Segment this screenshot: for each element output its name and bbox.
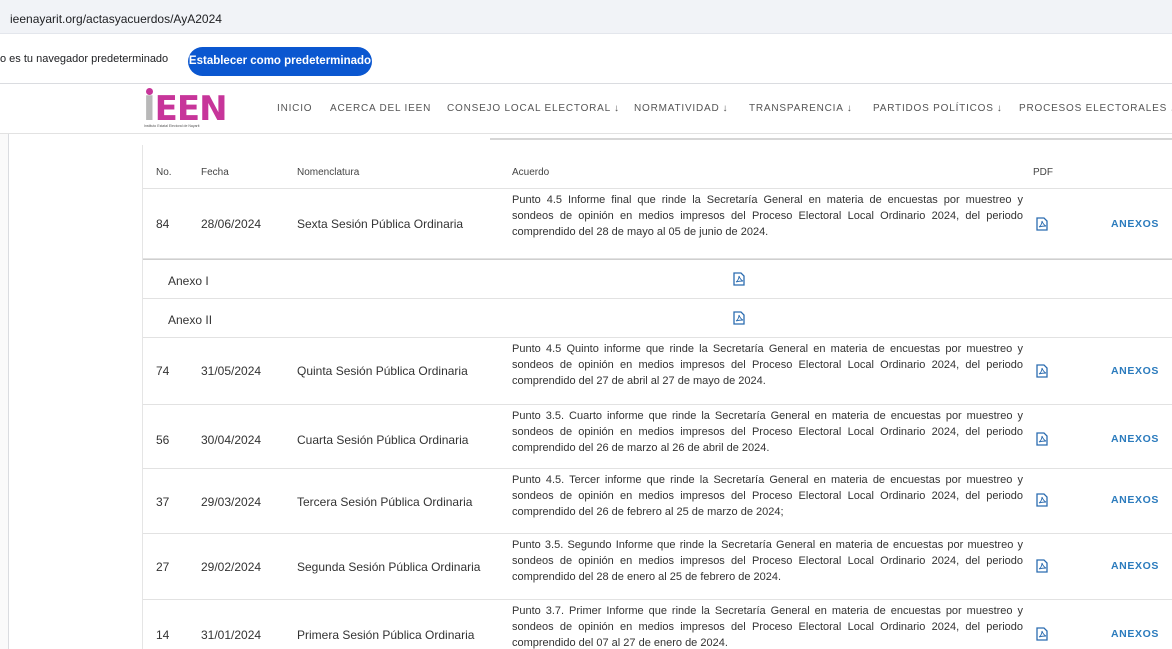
row-acuerdo: Punto 4.5 Quinto informe que rinde la Se…: [512, 343, 1023, 387]
nav-label: TRANSPARENCIA: [749, 103, 844, 114]
row-fecha: 31/01/2024: [201, 628, 262, 642]
logo-subtitle: Instituto Estatal Electoral de Nayarit: [144, 124, 200, 128]
row-fecha: 28/06/2024: [201, 217, 262, 231]
row-fecha: 29/03/2024: [201, 495, 262, 509]
nav-label: PROCESOS ELECTORALES: [1019, 103, 1168, 114]
row-fecha: 30/04/2024: [201, 433, 262, 447]
row-no: 84: [156, 217, 170, 231]
row-fecha: 29/02/2024: [201, 560, 262, 574]
nav-label: CONSEJO LOCAL ELECTORAL: [447, 103, 612, 114]
table-row: 37 29/03/2024 Tercera Sesión Pública Ord…: [143, 469, 1172, 534]
nav-partidos[interactable]: PARTIDOS POLÍTICOS ↓: [873, 103, 1003, 114]
pdf-file-icon[interactable]: [1036, 364, 1048, 378]
pdf-file-icon[interactable]: [1036, 559, 1048, 573]
default-browser-infobar: o es tu navegador predeterminado Estable…: [0, 34, 1172, 84]
annex-label: Anexo II: [168, 313, 213, 327]
nav-normatividad[interactable]: NORMATIVIDAD ↓: [634, 103, 728, 114]
pdf-file-icon[interactable]: [1036, 493, 1048, 507]
pdf-file-icon[interactable]: [1036, 627, 1048, 641]
row-nomenclatura: Tercera Sesión Pública Ordinaria: [297, 495, 473, 509]
header-divider: [490, 138, 1172, 140]
col-header-fecha: Fecha: [201, 167, 229, 178]
annex-row: Anexo I: [143, 260, 1172, 299]
arrow-down-icon: ↓: [614, 103, 620, 114]
row-no: 37: [156, 495, 170, 509]
table-row: 14 31/01/2024 Primera Sesión Pública Ord…: [143, 600, 1172, 649]
row-nomenclatura: Segunda Sesión Pública Ordinaria: [297, 560, 481, 574]
nav-consejo[interactable]: CONSEJO LOCAL ELECTORAL ↓: [447, 103, 620, 114]
col-header-nomenclatura: Nomenclatura: [297, 167, 360, 178]
row-nomenclatura: Primera Sesión Pública Ordinaria: [297, 628, 475, 642]
nav-inicio[interactable]: INICIO: [277, 103, 312, 114]
annex-list: Anexo I Anexo II: [143, 259, 1172, 338]
col-header-acuerdo: Acuerdo: [512, 167, 550, 178]
nav-label: INICIO: [277, 103, 313, 114]
nav-label: ACERCA DEL IEEN: [330, 103, 432, 114]
address-bar[interactable]: ieenayarit.org/actasyacuerdos/AyA2024: [0, 0, 1172, 34]
row-fecha: 31/05/2024: [201, 364, 262, 378]
anexos-link[interactable]: ANEXOS: [1111, 218, 1159, 230]
left-panel-edge: [0, 134, 9, 649]
table-header: No. Fecha Nomenclatura Acuerdo PDF: [143, 145, 1172, 189]
row-acuerdo: Punto 4.5. Tercer informe que rinde la S…: [512, 474, 1023, 518]
table-row: 74 31/05/2024 Quinta Sesión Pública Ordi…: [143, 338, 1172, 405]
main-nav: INICIO ACERCA DEL IEEN CONSEJO LOCAL ELE…: [0, 103, 1172, 117]
pdf-file-icon[interactable]: [1036, 217, 1048, 231]
url-text[interactable]: ieenayarit.org/actasyacuerdos/AyA2024: [10, 12, 222, 26]
col-header-pdf: PDF: [1033, 167, 1053, 178]
anexos-link[interactable]: ANEXOS: [1111, 365, 1159, 377]
nav-procesos[interactable]: PROCESOS ELECTORALES↓: [1019, 103, 1172, 114]
anexos-link[interactable]: ANEXOS: [1111, 433, 1159, 445]
acuerdos-table: No. Fecha Nomenclatura Acuerdo PDF 84 28…: [142, 145, 1172, 649]
row-nomenclatura: Cuarta Sesión Pública Ordinaria: [297, 433, 469, 447]
annex-label: Anexo I: [168, 274, 209, 288]
infobar-message: o es tu navegador predeterminado: [0, 53, 169, 65]
col-header-no: No.: [156, 167, 172, 178]
table-row: 84 28/06/2024 Sexta Sesión Pública Ordin…: [143, 189, 1172, 259]
annex-row: Anexo II: [143, 299, 1172, 338]
row-no: 74: [156, 364, 170, 378]
anexos-link[interactable]: ANEXOS: [1111, 560, 1159, 572]
arrow-down-icon: ↓: [846, 103, 853, 114]
nav-acerca[interactable]: ACERCA DEL IEEN: [330, 103, 431, 114]
nav-transparencia[interactable]: TRANSPARENCIA ↓: [749, 103, 853, 114]
set-default-browser-button[interactable]: Establecer como predeterminado: [188, 47, 372, 76]
anexos-link[interactable]: ANEXOS: [1111, 494, 1159, 506]
arrow-down-icon: ↓: [996, 103, 1003, 114]
nav-label: NORMATIVIDAD: [634, 103, 720, 114]
row-nomenclatura: Sexta Sesión Pública Ordinaria: [297, 217, 464, 231]
nav-label: PARTIDOS POLÍTICOS: [873, 103, 994, 114]
table-row: 27 29/02/2024 Segunda Sesión Pública Ord…: [143, 534, 1172, 600]
row-acuerdo: Punto 3.5. Segundo Informe que rinde la …: [512, 539, 1023, 583]
row-acuerdo: Punto 3.7. Primer Informe que rinde la S…: [512, 605, 1023, 649]
row-no: 14: [156, 628, 170, 642]
row-no: 27: [156, 560, 170, 574]
site-header: IEEN Instituto Estatal Electoral de Naya…: [0, 84, 1172, 134]
row-acuerdo: Punto 4.5 Informe final que rinde la Sec…: [512, 194, 1023, 238]
arrow-down-icon: ↓: [722, 103, 729, 114]
row-acuerdo: Punto 3.5. Cuarto informe que rinde la S…: [512, 410, 1023, 454]
pdf-file-icon[interactable]: [733, 311, 745, 325]
pdf-file-icon[interactable]: [1036, 432, 1048, 446]
anexos-link[interactable]: ANEXOS: [1111, 628, 1159, 640]
pdf-file-icon[interactable]: [733, 272, 745, 286]
row-nomenclatura: Quinta Sesión Pública Ordinaria: [297, 364, 468, 378]
row-no: 56: [156, 433, 170, 447]
table-row: 56 30/04/2024 Cuarta Sesión Pública Ordi…: [143, 405, 1172, 469]
